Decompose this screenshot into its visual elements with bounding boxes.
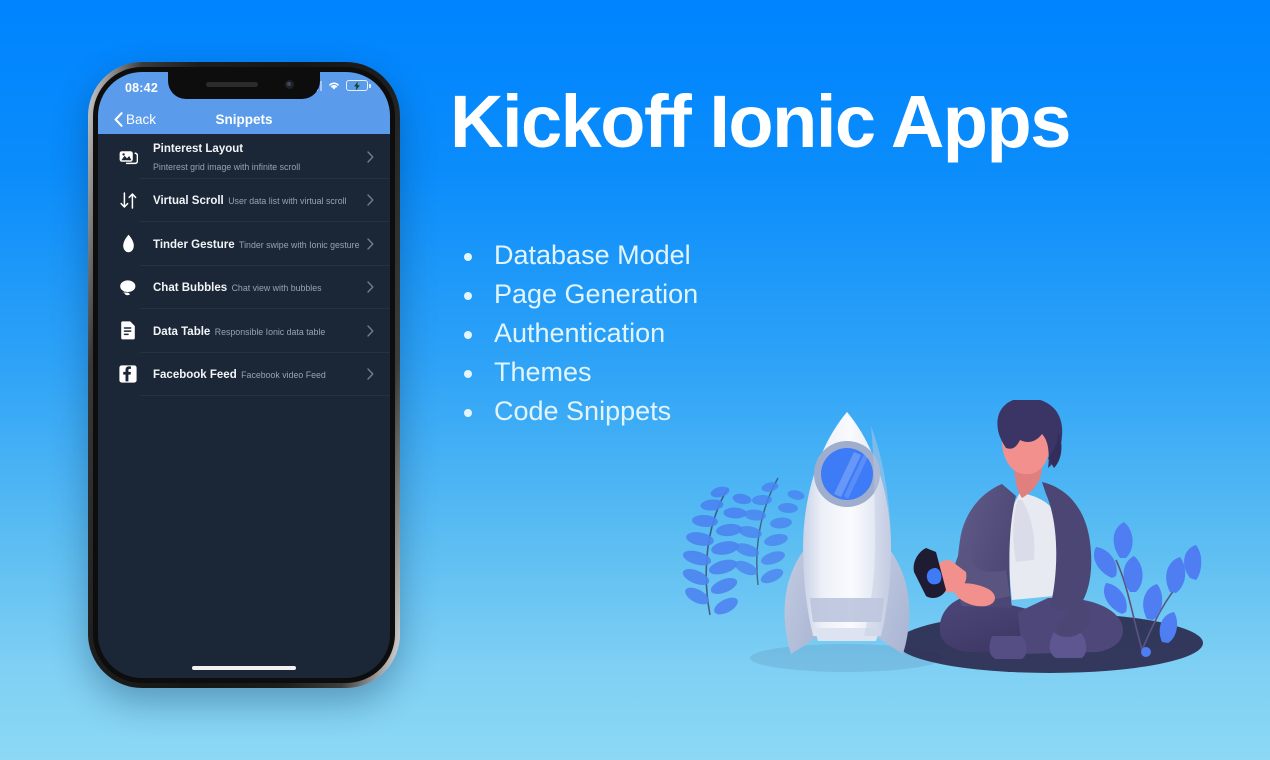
chevron-right-icon bbox=[364, 151, 376, 163]
list-item-subtitle: Chat view with bubbles bbox=[231, 283, 322, 294]
list-item[interactable]: Data Table Responsible Ionic data table bbox=[98, 309, 390, 353]
leaf bbox=[1113, 522, 1133, 558]
chevron-right-icon bbox=[364, 281, 376, 293]
list-item-label: Database Model bbox=[494, 240, 691, 270]
leaf bbox=[1184, 545, 1202, 580]
list-item-label: Page Generation bbox=[494, 279, 699, 309]
list-item-title: Virtual Scroll bbox=[153, 195, 224, 208]
bullet-icon bbox=[464, 253, 472, 261]
list-item-title: Tinder Gesture bbox=[153, 238, 235, 251]
list-item-subtitle: Facebook video Feed bbox=[241, 370, 326, 381]
feature-list: Database Model Page Generation Authentic… bbox=[458, 236, 698, 431]
home-indicator-bar[interactable] bbox=[192, 666, 296, 670]
chevron-right-icon bbox=[364, 325, 376, 337]
list-item-text: Chat Bubbles Chat view with bubbles bbox=[144, 278, 364, 296]
list-item-label: Code Snippets bbox=[494, 396, 672, 426]
list-item: Database Model bbox=[458, 236, 698, 275]
list-item-text: Pinterest Layout Pinterest grid image wi… bbox=[144, 139, 364, 175]
list-item-title: Pinterest Layout bbox=[153, 142, 244, 155]
list-item: Page Generation bbox=[458, 275, 698, 314]
snippets-list[interactable]: Pinterest Layout Pinterest grid image wi… bbox=[98, 134, 390, 678]
images-icon bbox=[112, 145, 144, 169]
navigation-bar: Back Snippets bbox=[98, 104, 390, 134]
list-item-subtitle: Pinterest grid image with infinite scrol… bbox=[153, 161, 301, 172]
flame-icon bbox=[112, 232, 144, 256]
rocket-illustration bbox=[784, 412, 910, 654]
slide-canvas: Kickoff Ionic Apps Database Model Page G… bbox=[0, 0, 1270, 760]
bullet-icon bbox=[464, 370, 472, 378]
bullet-icon bbox=[464, 331, 472, 339]
list-item[interactable]: Virtual Scroll User data list with virtu… bbox=[98, 179, 390, 223]
swap-vertical-icon bbox=[112, 188, 144, 212]
battery-charging-icon bbox=[346, 80, 371, 91]
list-item-label: Themes bbox=[494, 357, 592, 387]
phone-screen: 08:42 Back Snippets Pinterest Layout Pin… bbox=[98, 72, 390, 678]
list-item-subtitle: Responsible Ionic data table bbox=[214, 326, 326, 337]
person-foot-left bbox=[989, 636, 1027, 659]
list-item-title: Chat Bubbles bbox=[153, 282, 228, 295]
facebook-logo-icon bbox=[112, 362, 144, 386]
phone-mockup: 08:42 Back Snippets Pinterest Layout Pin… bbox=[88, 62, 400, 688]
bullet-icon bbox=[464, 292, 472, 300]
rocket-ground-shadow bbox=[750, 644, 942, 672]
leaf bbox=[1166, 557, 1186, 593]
list-item: Themes bbox=[458, 353, 698, 392]
list-item[interactable]: Chat Bubbles Chat view with bubbles bbox=[98, 266, 390, 310]
chevron-right-icon bbox=[364, 194, 376, 206]
leaf bbox=[1143, 584, 1163, 620]
list-item: Code Snippets bbox=[458, 392, 698, 431]
person-sitting-with-phone-illustration bbox=[913, 400, 1124, 659]
chevron-right-icon bbox=[364, 368, 376, 380]
earpiece-speaker-icon bbox=[206, 82, 258, 87]
list-item: Authentication bbox=[458, 314, 698, 353]
list-item-text: Virtual Scroll User data list with virtu… bbox=[144, 191, 364, 209]
wifi-icon bbox=[329, 82, 339, 90]
front-camera-icon bbox=[285, 80, 294, 89]
nav-title: Snippets bbox=[215, 111, 273, 127]
list-item-text: Facebook Feed Facebook video Feed bbox=[144, 365, 364, 383]
phone-notch bbox=[168, 72, 320, 99]
chatbubbles-icon bbox=[112, 275, 144, 299]
charging-bolt-icon bbox=[354, 81, 360, 90]
list-item-text: Data Table Responsible Ionic data table bbox=[144, 322, 364, 340]
list-item-label: Authentication bbox=[494, 318, 666, 348]
leaf bbox=[1093, 547, 1117, 578]
list-item-text: Tinder Gesture Tinder swipe with Ionic g… bbox=[144, 235, 364, 253]
list-item[interactable]: Tinder Gesture Tinder swipe with Ionic g… bbox=[98, 222, 390, 266]
list-item[interactable]: Pinterest Layout Pinterest grid image wi… bbox=[98, 135, 390, 179]
status-time: 08:42 bbox=[125, 81, 158, 95]
bullet-icon bbox=[464, 409, 472, 417]
page-title: Kickoff Ionic Apps bbox=[450, 80, 1071, 163]
list-item-title: Facebook Feed bbox=[153, 369, 237, 382]
document-text-icon bbox=[112, 319, 144, 343]
hero-illustration bbox=[682, 400, 1203, 673]
list-item[interactable]: Facebook Feed Facebook video Feed bbox=[98, 353, 390, 397]
chevron-right-icon bbox=[364, 238, 376, 250]
list-item-title: Data Table bbox=[153, 325, 211, 338]
list-item-subtitle: User data list with virtual scroll bbox=[228, 196, 347, 207]
list-item-subtitle: Tinder swipe with Ionic gesture bbox=[239, 239, 360, 250]
